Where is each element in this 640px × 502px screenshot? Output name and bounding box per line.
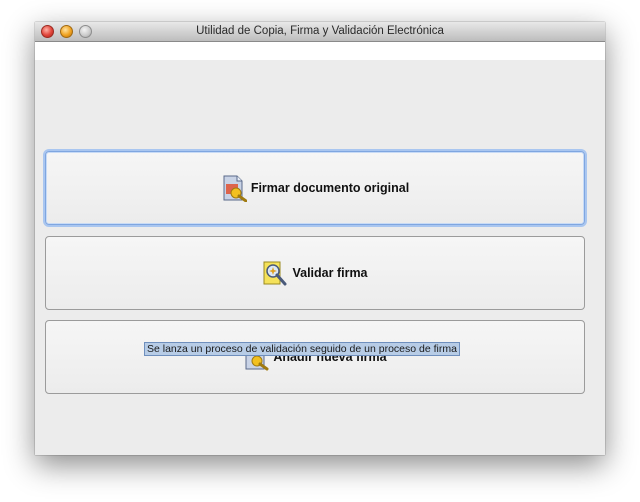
sign-document-icon [221, 174, 248, 203]
add-signature-button[interactable]: Añadir nueva firma [45, 320, 585, 394]
app-window: Utilidad de Copia, Firma y Validación El… [35, 22, 605, 455]
sign-document-label: Firmar documento original [250, 181, 410, 195]
validate-signature-label: Validar firma [292, 266, 368, 280]
toolbar-area [35, 42, 605, 60]
main-content: Firmar documento original Validar firma [35, 60, 605, 455]
validate-signature-button[interactable]: Validar firma [45, 236, 585, 310]
tooltip: Se lanza un proceso de validación seguid… [144, 342, 460, 356]
sign-document-button[interactable]: Firmar documento original [45, 151, 585, 225]
validate-signature-icon [262, 259, 288, 287]
title-bar[interactable]: Utilidad de Copia, Firma y Validación El… [35, 22, 605, 42]
window-title: Utilidad de Copia, Firma y Validación El… [196, 25, 444, 37]
